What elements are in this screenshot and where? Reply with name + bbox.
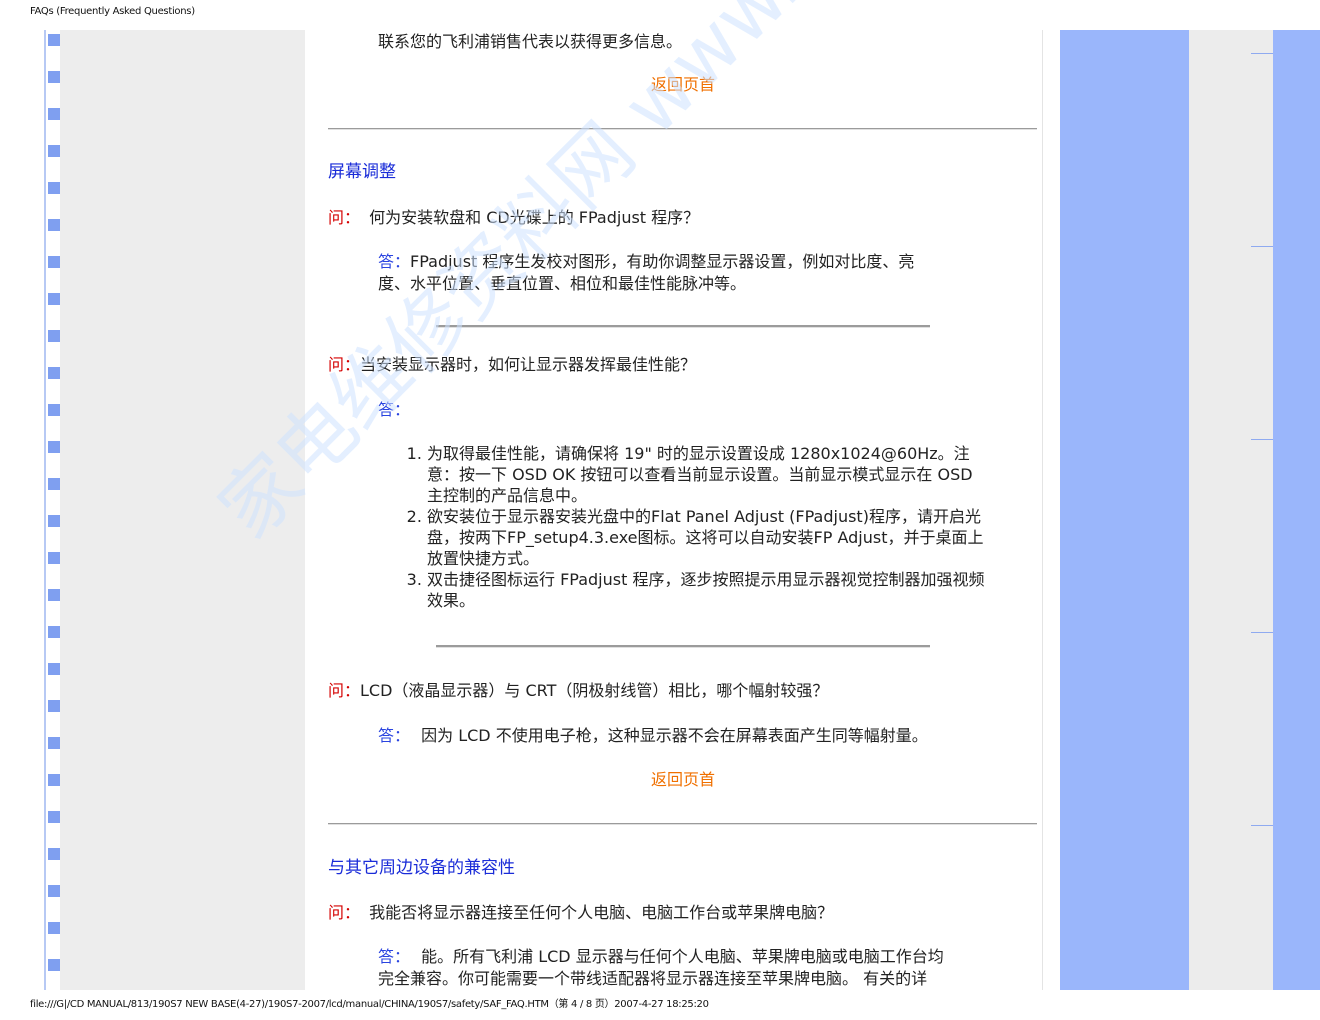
left-decorative-strip bbox=[44, 30, 60, 990]
answer-text: 能。所有飞利浦 LCD 显示器与任何个人电脑、苹果牌电脑或电脑工作台均 bbox=[421, 947, 944, 966]
strip-square bbox=[48, 552, 60, 564]
strip-square bbox=[48, 404, 60, 416]
strip-square bbox=[48, 367, 60, 379]
page-header-title: FAQs (Frequently Asked Questions) bbox=[30, 6, 195, 17]
strip-square bbox=[48, 811, 60, 823]
strip-square bbox=[48, 774, 60, 786]
strip-square bbox=[48, 515, 60, 527]
answer-label: 答： bbox=[378, 947, 411, 966]
section-title-screen-adjust: 屏幕调整 bbox=[328, 162, 396, 182]
page-footer-path: file:///G|/CD MANUAL/813/190S7 NEW BASE(… bbox=[30, 999, 709, 1010]
left-gray-panel bbox=[60, 30, 305, 990]
answer-3: 答： 因为 LCD 不使用电子枪，这种显示器不会在屏幕表面产生同等幅射量。 bbox=[378, 725, 928, 746]
list-item: 欲安装位于显示器安装光盘中的Flat Panel Adjust (FPadjus… bbox=[427, 506, 989, 569]
question-3: 问：LCD（液晶显示器）与 CRT（阴极射线管）相比，哪个幅射较强？ bbox=[328, 680, 828, 701]
answer-label: 答： bbox=[378, 252, 411, 271]
strip-square bbox=[48, 219, 60, 231]
divider bbox=[436, 645, 930, 648]
answer-1: 答：FPadjust 程序生发校对图形，有助你调整显示器设置，例如对比度、亮 bbox=[378, 251, 914, 272]
answer-1-cont: 度、水平位置、垂直位置、相位和最佳性能脉冲等。 bbox=[378, 274, 747, 293]
strip-square bbox=[48, 700, 60, 712]
strip-square bbox=[48, 478, 60, 490]
strip-square bbox=[48, 330, 60, 342]
strip-square bbox=[48, 737, 60, 749]
right-blue-panel bbox=[1060, 30, 1189, 990]
strip-square bbox=[48, 959, 60, 971]
strip-square bbox=[48, 182, 60, 194]
answer-text: FPadjust 程序生发校对图形，有助你调整显示器设置，例如对比度、亮 bbox=[410, 252, 915, 271]
question-label: 问： bbox=[328, 903, 361, 922]
divider bbox=[436, 325, 930, 328]
back-to-top-link[interactable]: 返回页首 bbox=[651, 769, 715, 790]
question-1: 问： 何为安装软盘和 CD光碟上的 FPadjust 程序？ bbox=[328, 207, 699, 228]
question-text: 当安装显示器时，如何让显示器发挥最佳性能？ bbox=[360, 355, 697, 374]
section-title-compatibility: 与其它周边设备的兼容性 bbox=[328, 858, 515, 878]
answer-text: 因为 LCD 不使用电子枪，这种显示器不会在屏幕表面产生同等幅射量。 bbox=[421, 726, 928, 745]
question-label: 问： bbox=[328, 208, 361, 227]
answer-4: 答： 能。所有飞利浦 LCD 显示器与任何个人电脑、苹果牌电脑或电脑工作台均 bbox=[378, 946, 944, 967]
strip-square bbox=[48, 589, 60, 601]
strip-square bbox=[48, 34, 60, 46]
list-item: 为取得最佳性能，请确保将 19" 时的显示设置设成 1280x1024@60Hz… bbox=[427, 443, 989, 506]
answer-label: 答： bbox=[378, 726, 411, 745]
strip-square bbox=[48, 885, 60, 897]
strip-square bbox=[48, 848, 60, 860]
faq-content: 联系您的飞利浦销售代表以获得更多信息。 返回页首 屏幕调整 问： 何为安装软盘和… bbox=[305, 30, 1043, 990]
list-item: 双击捷径图标运行 FPadjust 程序，逐步按照提示用显示器视觉控制器加强视频… bbox=[427, 569, 989, 611]
strip-square bbox=[48, 256, 60, 268]
right-gray-panel bbox=[1189, 30, 1273, 990]
divider bbox=[328, 823, 1037, 825]
question-label: 问： bbox=[328, 355, 361, 374]
divider bbox=[328, 128, 1037, 130]
contact-text: 联系您的飞利浦销售代表以获得更多信息。 bbox=[378, 32, 683, 51]
question-2: 问：当安装显示器时，如何让显示器发挥最佳性能？ bbox=[328, 354, 696, 375]
question-text: 何为安装软盘和 CD光碟上的 FPadjust 程序？ bbox=[369, 208, 700, 227]
strip-square bbox=[48, 71, 60, 83]
right-blue-strip bbox=[1273, 30, 1320, 990]
answer-label: 答： bbox=[378, 400, 411, 419]
strip-square bbox=[48, 626, 60, 638]
back-to-top-link[interactable]: 返回页首 bbox=[651, 74, 715, 95]
answer-4-cont: 完全兼容。你可能需要一个带线适配器将显示器连接至苹果牌电脑。 有关的详 bbox=[378, 969, 928, 988]
strip-square bbox=[48, 108, 60, 120]
question-label: 问： bbox=[328, 681, 361, 700]
strip-square bbox=[48, 922, 60, 934]
strip-square bbox=[48, 663, 60, 675]
strip-square bbox=[48, 293, 60, 305]
question-text: 我能否将显示器连接至任何个人电脑、电脑工作台或苹果牌电脑？ bbox=[369, 903, 834, 922]
question-text: LCD（液晶显示器）与 CRT（阴极射线管）相比，哪个幅射较强？ bbox=[360, 681, 829, 700]
strip-square bbox=[48, 145, 60, 157]
question-4: 问： 我能否将显示器连接至任何个人电脑、电脑工作台或苹果牌电脑？ bbox=[328, 902, 833, 923]
strip-square bbox=[48, 441, 60, 453]
answer-2-steps: 为取得最佳性能，请确保将 19" 时的显示设置设成 1280x1024@60Hz… bbox=[405, 443, 989, 611]
